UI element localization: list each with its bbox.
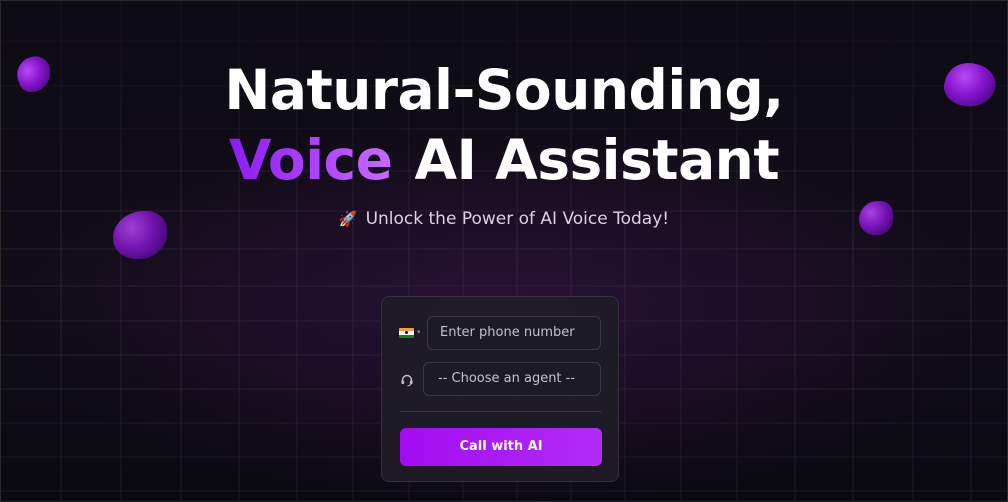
hero-headline-line1: Natural-Sounding, (224, 58, 784, 122)
hero-headline-rest: AI Assistant (414, 128, 780, 192)
headset-icon (401, 374, 413, 387)
tagline-text: Unlock the Power of AI Voice Today! (365, 209, 670, 229)
agent-select[interactable]: -- Choose an agent -- (423, 362, 601, 396)
hero-headline-accent: Voice (228, 128, 393, 192)
call-form-card: ▾ -- Choose an agent -- Call with AI (381, 296, 619, 482)
hero-headline-line2: Voice AI Assistant (1, 127, 1007, 193)
phone-field[interactable] (427, 316, 601, 350)
form-divider (400, 411, 602, 412)
hero-section: Natural-Sounding, Voice AI Assistant 🚀 Unl… (0, 0, 1008, 502)
hero-tagline: 🚀 Unlock the Power of AI Voice Today! (1, 207, 1007, 231)
india-flag-icon[interactable] (399, 328, 414, 338)
phone-input[interactable] (440, 325, 590, 340)
chevron-down-icon[interactable]: ▾ (417, 328, 421, 336)
rocket-icon: 🚀 (338, 210, 358, 228)
call-with-ai-button[interactable]: Call with AI (400, 428, 602, 466)
